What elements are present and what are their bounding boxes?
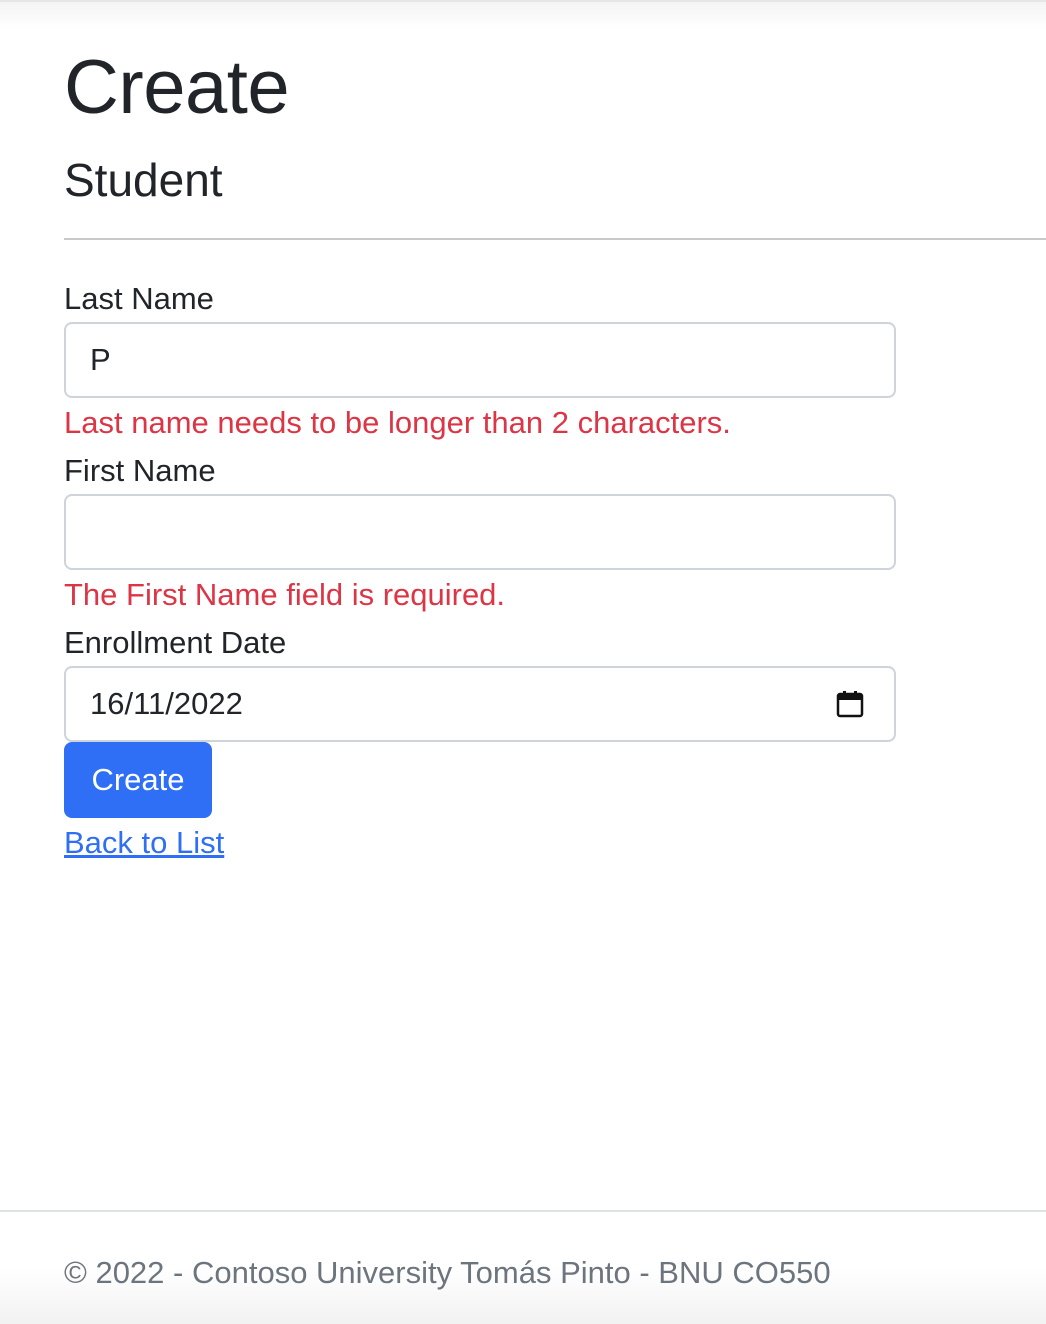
first-name-input[interactable] [64, 494, 896, 570]
last-name-label: Last Name [64, 281, 214, 316]
first-name-label: First Name [64, 453, 216, 488]
top-bar [0, 0, 1046, 30]
last-name-input[interactable]: P [64, 322, 896, 398]
enrollment-date-value: 16/11/2022 [90, 686, 243, 721]
enrollment-date-input[interactable]: 16/11/2022 [64, 666, 896, 742]
last-name-error: Last name needs to be longer than 2 char… [64, 405, 731, 440]
entity-title: Student [64, 154, 223, 206]
back-to-list-link[interactable]: Back to List [64, 824, 224, 862]
footer: © 2022 - Contoso University Tomás Pinto … [0, 1210, 1046, 1324]
enrollment-date-label: Enrollment Date [64, 625, 287, 660]
last-name-value: P [90, 342, 111, 377]
footer-text: © 2022 - Contoso University Tomás Pinto … [64, 1255, 831, 1290]
page-title: Create [64, 45, 290, 130]
divider [64, 238, 1046, 240]
first-name-error: The First Name field is required. [64, 577, 506, 612]
create-button[interactable]: Create [64, 742, 212, 818]
calendar-icon[interactable] [836, 690, 864, 718]
